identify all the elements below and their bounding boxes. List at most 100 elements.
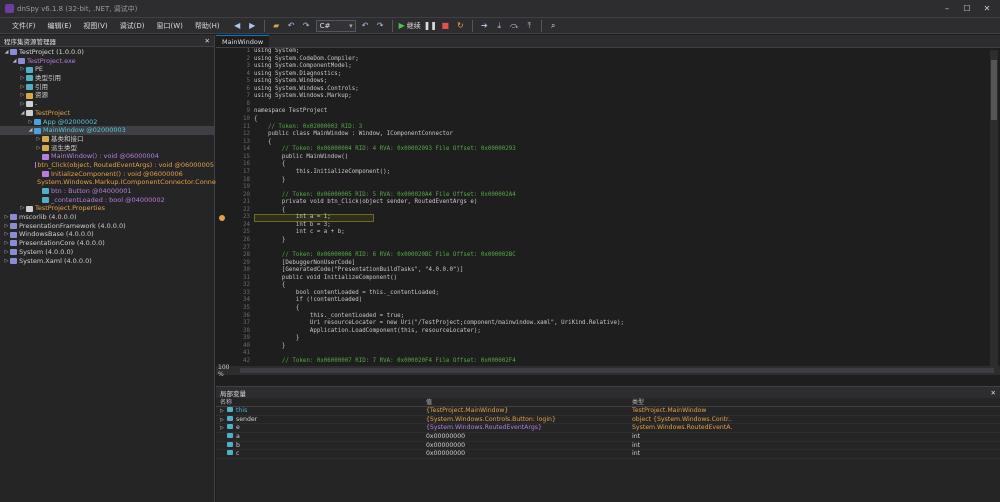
tree-node[interactable]: btn_Click(object, RoutedEventArgs) : voi… xyxy=(0,161,214,170)
continue-button[interactable]: ▶ 继续 xyxy=(399,21,421,31)
undo2-icon[interactable]: ↶ xyxy=(360,20,371,31)
close-locals-icon[interactable]: ✕ xyxy=(991,389,996,397)
expander-icon[interactable]: ▷ xyxy=(3,239,10,248)
expander-icon[interactable]: ◢ xyxy=(27,126,34,135)
search-icon[interactable]: ⌕ xyxy=(548,20,559,31)
expander-icon[interactable]: ◢ xyxy=(11,57,18,66)
close-icon[interactable]: ✕ xyxy=(978,2,996,15)
expander-icon[interactable]: ◢ xyxy=(19,109,26,118)
col-name[interactable]: 名称 xyxy=(216,398,422,406)
pause-icon[interactable]: ❚❚ xyxy=(424,20,437,31)
expander-icon[interactable]: ▷ xyxy=(3,230,10,239)
menu-item-3[interactable]: 调试(D) xyxy=(114,18,151,34)
menu-item-4[interactable]: 窗口(W) xyxy=(151,18,189,34)
tree-node[interactable]: ▷ TestProject.Properties xyxy=(0,204,214,213)
menu-item-5[interactable]: 帮助(H) xyxy=(189,18,226,34)
tree-node[interactable]: ▷ System.Xaml (4.0.0.0) xyxy=(0,257,214,266)
tree-node[interactable]: ◢ TestProject.exe xyxy=(0,57,214,66)
tree-node[interactable]: ▷ PE xyxy=(0,65,214,74)
tree-node[interactable]: ▷ 类型引用 xyxy=(0,74,214,83)
language-select[interactable]: C# xyxy=(315,19,356,32)
vertical-scrollbar[interactable] xyxy=(990,50,998,368)
col-value[interactable]: 值 xyxy=(422,398,628,406)
local-name: this xyxy=(236,407,248,414)
tree-node[interactable]: ▷ 资源 xyxy=(0,91,214,100)
open-folder-icon[interactable]: ▰ xyxy=(271,20,282,31)
tree-node-label: 基类和接口 xyxy=(51,134,84,143)
tree-node[interactable]: InitializeComponent() : void @06000006 xyxy=(0,170,214,179)
asm-icon xyxy=(10,214,17,221)
tree-node[interactable]: ◢ TestProject xyxy=(0,109,214,118)
meth-icon xyxy=(42,170,49,177)
expander-icon[interactable]: ▷ xyxy=(19,100,26,109)
close-panel-icon[interactable]: ✕ xyxy=(205,37,210,45)
locals-row[interactable]: a 0x00000000 int xyxy=(216,433,1000,442)
col-type[interactable]: 类型 xyxy=(628,398,732,406)
expander-icon[interactable]: ▷ xyxy=(19,91,26,100)
tree-node[interactable]: ▷ App @02000002 xyxy=(0,118,214,127)
restart-icon[interactable]: ↻ xyxy=(455,20,466,31)
tree-node[interactable]: ◢ TestProject (1.0.0.0) xyxy=(0,48,214,57)
tree-node[interactable]: ◢ MainWindow @02000003 xyxy=(0,126,214,135)
local-name-cell: a xyxy=(216,433,422,441)
menu-item-2[interactable]: 视图(V) xyxy=(77,18,113,34)
locals-row[interactable]: ▷ e {System.Windows.RoutedEventArgs} System… xyxy=(216,424,1000,434)
locals-row[interactable]: c 0x00000000 int xyxy=(216,450,1000,460)
expander-icon[interactable]: ▷ xyxy=(19,83,26,92)
tab-mainwindow[interactable]: MainWindow xyxy=(216,35,270,47)
tree-node[interactable]: ▷ WindowsBase (4.0.0.0) xyxy=(0,230,214,239)
tree-node[interactable]: _contentLoaded : bool @04000002 xyxy=(0,196,214,205)
step-over-icon[interactable]: ⤼ xyxy=(509,20,520,31)
code-area[interactable]: 1 using System; 2 using System.CodeDom.Comp… xyxy=(216,48,986,366)
tree-node[interactable]: ▷ PresentationFramework (4.0.0.0) xyxy=(0,222,214,231)
scroll-thumb[interactable] xyxy=(991,60,997,120)
expander-icon[interactable]: ▷ xyxy=(3,248,10,257)
expander-icon[interactable]: ▷ xyxy=(220,416,227,424)
tree-node[interactable]: MainWindow() : void @06000004 xyxy=(0,152,214,161)
step-into-icon[interactable]: ⤓ xyxy=(494,20,505,31)
tree-node[interactable]: ▷ 引用 xyxy=(0,83,214,92)
tree-node[interactable]: ▷ System (4.0.0.0) xyxy=(0,248,214,257)
line-number: 33 xyxy=(243,289,250,296)
show-next-statement-icon[interactable]: ➔ xyxy=(479,20,490,31)
horizontal-scrollbar[interactable] xyxy=(240,368,994,373)
tree-node[interactable]: System.Windows.Markup.IComponentConnecto… xyxy=(0,178,280,187)
menu-item-1[interactable]: 编辑(E) xyxy=(42,18,78,34)
expander-icon[interactable]: ▷ xyxy=(35,135,42,144)
forward-icon[interactable]: ▶ xyxy=(247,20,258,31)
tree-node-label: 派生类型 xyxy=(51,143,77,152)
expander-icon[interactable]: ◢ xyxy=(3,48,10,57)
expander-icon[interactable]: ▷ xyxy=(3,213,10,222)
expander-icon[interactable]: ▷ xyxy=(19,74,26,83)
expander-icon[interactable]: ▷ xyxy=(220,424,227,432)
expander-icon[interactable]: ▷ xyxy=(3,257,10,266)
locals-row[interactable]: ▷ this {TestProject.MainWindow} TestProject… xyxy=(216,407,1000,416)
tree-node-label: - xyxy=(35,100,38,109)
step-out-icon[interactable]: ⤒ xyxy=(524,20,535,31)
menu-item-0[interactable]: 文件(F) xyxy=(6,18,42,34)
locals-row[interactable]: ▷ sender {System.Windows.Controls.Button: … xyxy=(216,415,1000,425)
expander-icon[interactable]: ▷ xyxy=(19,65,26,74)
tree-node[interactable]: btn : Button @04000001 xyxy=(0,187,214,196)
expander-icon[interactable]: ▷ xyxy=(19,204,26,213)
maximize-icon[interactable]: ☐ xyxy=(958,2,976,15)
tree-node[interactable]: ▷ 基类和接口 xyxy=(0,135,214,144)
back-icon[interactable]: ◀ xyxy=(232,20,243,31)
tree-node[interactable]: ▷ PresentationCore (4.0.0.0) xyxy=(0,239,214,248)
tree-node[interactable]: ▷ 派生类型 xyxy=(0,144,214,153)
tree-node[interactable]: ▷ - xyxy=(0,100,214,109)
undo-icon[interactable]: ↶ xyxy=(286,20,297,31)
expander-icon[interactable]: ▷ xyxy=(27,118,34,127)
tree-node[interactable]: ▷ mscorlib (4.0.0.0) xyxy=(0,213,214,222)
zoom-level[interactable]: 100 % xyxy=(216,364,234,378)
minimize-icon[interactable]: – xyxy=(938,2,956,15)
expander-icon[interactable]: ▷ xyxy=(220,407,227,415)
tree-node-label: App @02000002 xyxy=(43,117,98,126)
expander-icon[interactable]: ▷ xyxy=(35,144,42,153)
locals-row[interactable]: b 0x00000000 int xyxy=(216,441,1000,451)
local-name-cell: c xyxy=(216,450,422,458)
redo-icon[interactable]: ↷ xyxy=(301,20,312,31)
expander-icon[interactable]: ▷ xyxy=(3,222,10,231)
stop-icon[interactable]: ■ xyxy=(440,20,451,31)
redo2-icon[interactable]: ↷ xyxy=(375,20,386,31)
